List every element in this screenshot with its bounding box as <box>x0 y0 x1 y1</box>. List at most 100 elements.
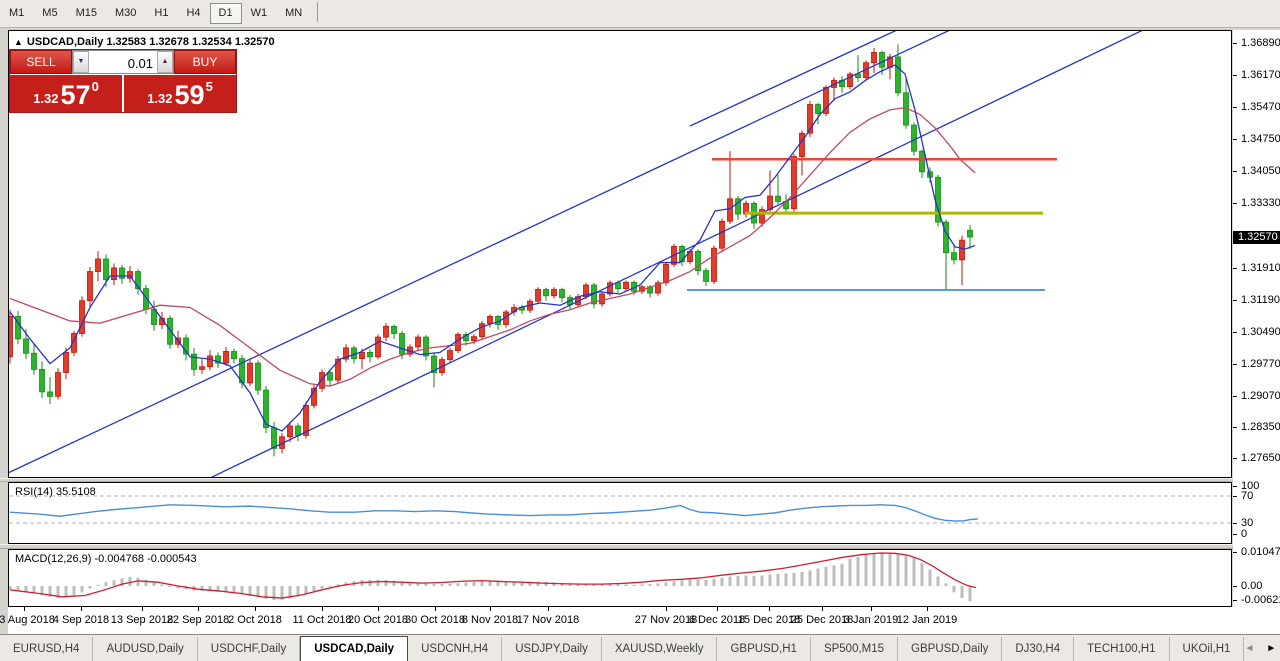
sell-button[interactable]: SELL <box>10 50 72 74</box>
ohlc-values: USDCAD,Daily 1.32583 1.32678 1.32534 1.3… <box>27 36 275 48</box>
tabs-scroll-right-icon[interactable]: ► <box>1266 643 1276 654</box>
chart-tab-usdchf[interactable]: USDCHF,Daily <box>198 637 300 661</box>
axis-tick <box>1233 552 1237 553</box>
sell-price-head: 1.32 <box>33 91 58 106</box>
timeframe-button-mn[interactable]: MN <box>276 3 311 24</box>
date-tick <box>927 607 928 611</box>
axis-tick <box>1233 268 1237 269</box>
date-tick <box>548 607 549 611</box>
date-axis-label: 30 Oct 2018 <box>405 614 465 626</box>
timeframe-button-h4[interactable]: H4 <box>177 3 209 24</box>
date-axis-label: 27 Nov 2018 <box>635 614 697 626</box>
date-axis[interactable]: 23 Aug 20184 Sep 201813 Sep 201822 Sep 2… <box>8 607 1280 634</box>
date-tick <box>717 607 718 611</box>
chart-tab-xauusd[interactable]: XAUUSD,Weekly <box>602 637 718 661</box>
macd-pane[interactable]: MACD(12,26,9) -0.004768 -0.000543 <box>8 549 1232 607</box>
price-axis-label: 1.29070 <box>1241 390 1280 402</box>
date-axis-label: 17 Nov 2018 <box>517 614 579 626</box>
date-tick <box>142 607 143 611</box>
axis-tick <box>1233 586 1237 587</box>
timeframe-button-d1[interactable]: D1 <box>210 3 242 24</box>
rsi-pane[interactable]: RSI(14) 35.5108 <box>8 482 1232 544</box>
date-tick <box>822 607 823 611</box>
chart-tab-gbpusd[interactable]: GBPUSD,H1 <box>717 637 810 661</box>
lot-increase-button[interactable]: ▲ <box>157 51 173 73</box>
timeframe-button-m5[interactable]: M5 <box>33 3 66 24</box>
buy-price-head: 1.32 <box>147 91 172 106</box>
timeframe-button-m30[interactable]: M30 <box>106 3 145 24</box>
price-axis[interactable]: 1.368901.361701.354701.347501.340501.333… <box>1233 30 1280 632</box>
toolbar-separator <box>317 2 318 22</box>
chart-tab-eurusd[interactable]: EURUSD,H4 <box>0 637 93 661</box>
price-axis-label: 1.27650 <box>1241 452 1280 464</box>
axis-tick <box>1233 496 1237 497</box>
date-axis-label: 4 Sep 2018 <box>53 614 109 626</box>
price-axis-label: 1.35470 <box>1241 101 1280 113</box>
timeframe-button-w1[interactable]: W1 <box>242 3 277 24</box>
lot-size-input[interactable] <box>89 51 157 73</box>
timeframe-toolbar: M1M5M15M30H1H4D1W1MN <box>0 0 1280 28</box>
date-tick <box>255 607 256 611</box>
axis-tick <box>1233 486 1237 487</box>
price-axis-label: 70 <box>1241 490 1253 502</box>
axis-tick <box>1233 396 1237 397</box>
one-click-trading-panel: SELL ▼ ▲ BUY 1.32 57 0 1.32 59 5 <box>10 50 236 112</box>
axis-tick <box>1233 534 1237 535</box>
axis-tick <box>1233 43 1237 44</box>
axis-tick <box>1233 332 1237 333</box>
buy-price-display[interactable]: 1.32 59 5 <box>124 75 236 112</box>
date-axis-label: 12 Jan 2019 <box>897 614 958 626</box>
price-axis-label: -0.006218 <box>1241 594 1280 606</box>
buy-button[interactable]: BUY <box>174 50 236 74</box>
date-tick <box>198 607 199 611</box>
chart-tab-usdcad[interactable]: USDCAD,Daily <box>300 636 408 661</box>
lot-decrease-button[interactable]: ▼ <box>73 51 89 73</box>
timeframe-button-m15[interactable]: M15 <box>67 3 106 24</box>
collapse-trade-panel-icon[interactable]: ▲ <box>14 37 23 47</box>
price-axis-label: 1.28350 <box>1241 421 1280 433</box>
buy-price-pip: 5 <box>206 79 213 94</box>
axis-tick <box>1233 203 1237 204</box>
date-axis-label: 23 Aug 2018 <box>0 614 55 626</box>
date-tick <box>666 607 667 611</box>
date-tick <box>81 607 82 611</box>
tabs-scroll-left-icon[interactable]: ◄ <box>1244 643 1254 654</box>
chart-tab-gbpusd[interactable]: GBPUSD,Daily <box>898 637 1002 661</box>
axis-tick <box>1233 364 1237 365</box>
chart-tab-ukoil[interactable]: UKOil,H1 <box>1170 637 1245 661</box>
chart-tab-usdjpy[interactable]: USDJPY,Daily <box>502 637 602 661</box>
date-tick <box>24 607 25 611</box>
price-axis-label: 0 <box>1241 528 1247 540</box>
price-axis-label: 1.36170 <box>1241 69 1280 81</box>
date-axis-label: 8 Nov 2018 <box>462 614 518 626</box>
sell-price-display[interactable]: 1.32 57 0 <box>10 75 122 112</box>
chart-tab-bar: EURUSD,H4AUDUSD,DailyUSDCHF,DailyUSDCAD,… <box>0 634 1280 661</box>
date-tick <box>378 607 379 611</box>
price-axis-label: 1.31910 <box>1241 262 1280 274</box>
price-axis-label: 1.31190 <box>1241 294 1280 306</box>
rsi-label: RSI(14) 35.5108 <box>15 486 96 498</box>
chart-tab-usdcnh[interactable]: USDCNH,H4 <box>408 637 502 661</box>
price-axis-label: 1.33330 <box>1241 197 1280 209</box>
chart-ohlc-title: ▲ USDCAD,Daily 1.32583 1.32678 1.32534 1.… <box>14 36 275 48</box>
timeframe-button-m1[interactable]: M1 <box>0 3 33 24</box>
date-tick <box>322 607 323 611</box>
price-axis-label: 1.29770 <box>1241 358 1280 370</box>
date-tick <box>871 607 872 611</box>
price-axis-label: 0.00 <box>1241 580 1262 592</box>
chart-tab-sp500[interactable]: SP500,M15 <box>811 637 898 661</box>
date-tick <box>435 607 436 611</box>
rsi-chart[interactable] <box>9 483 1231 543</box>
timeframe-button-h1[interactable]: H1 <box>145 3 177 24</box>
chart-tab-dj30[interactable]: DJ30,H4 <box>1002 637 1074 661</box>
chart-tab-tech100[interactable]: TECH100,H1 <box>1074 637 1169 661</box>
sell-price-pip: 0 <box>92 79 99 94</box>
chart-tab-audusd[interactable]: AUDUSD,Daily <box>93 637 197 661</box>
axis-tick <box>1233 600 1237 601</box>
price-axis-label: 1.36890 <box>1241 37 1280 49</box>
price-axis-label: 0.010474 <box>1241 546 1280 558</box>
axis-tick <box>1233 171 1237 172</box>
date-axis-label: 3 Jan 2019 <box>844 614 898 626</box>
price-axis-label: 1.34750 <box>1241 133 1280 145</box>
current-price-tag: 1.32570 <box>1233 231 1280 244</box>
